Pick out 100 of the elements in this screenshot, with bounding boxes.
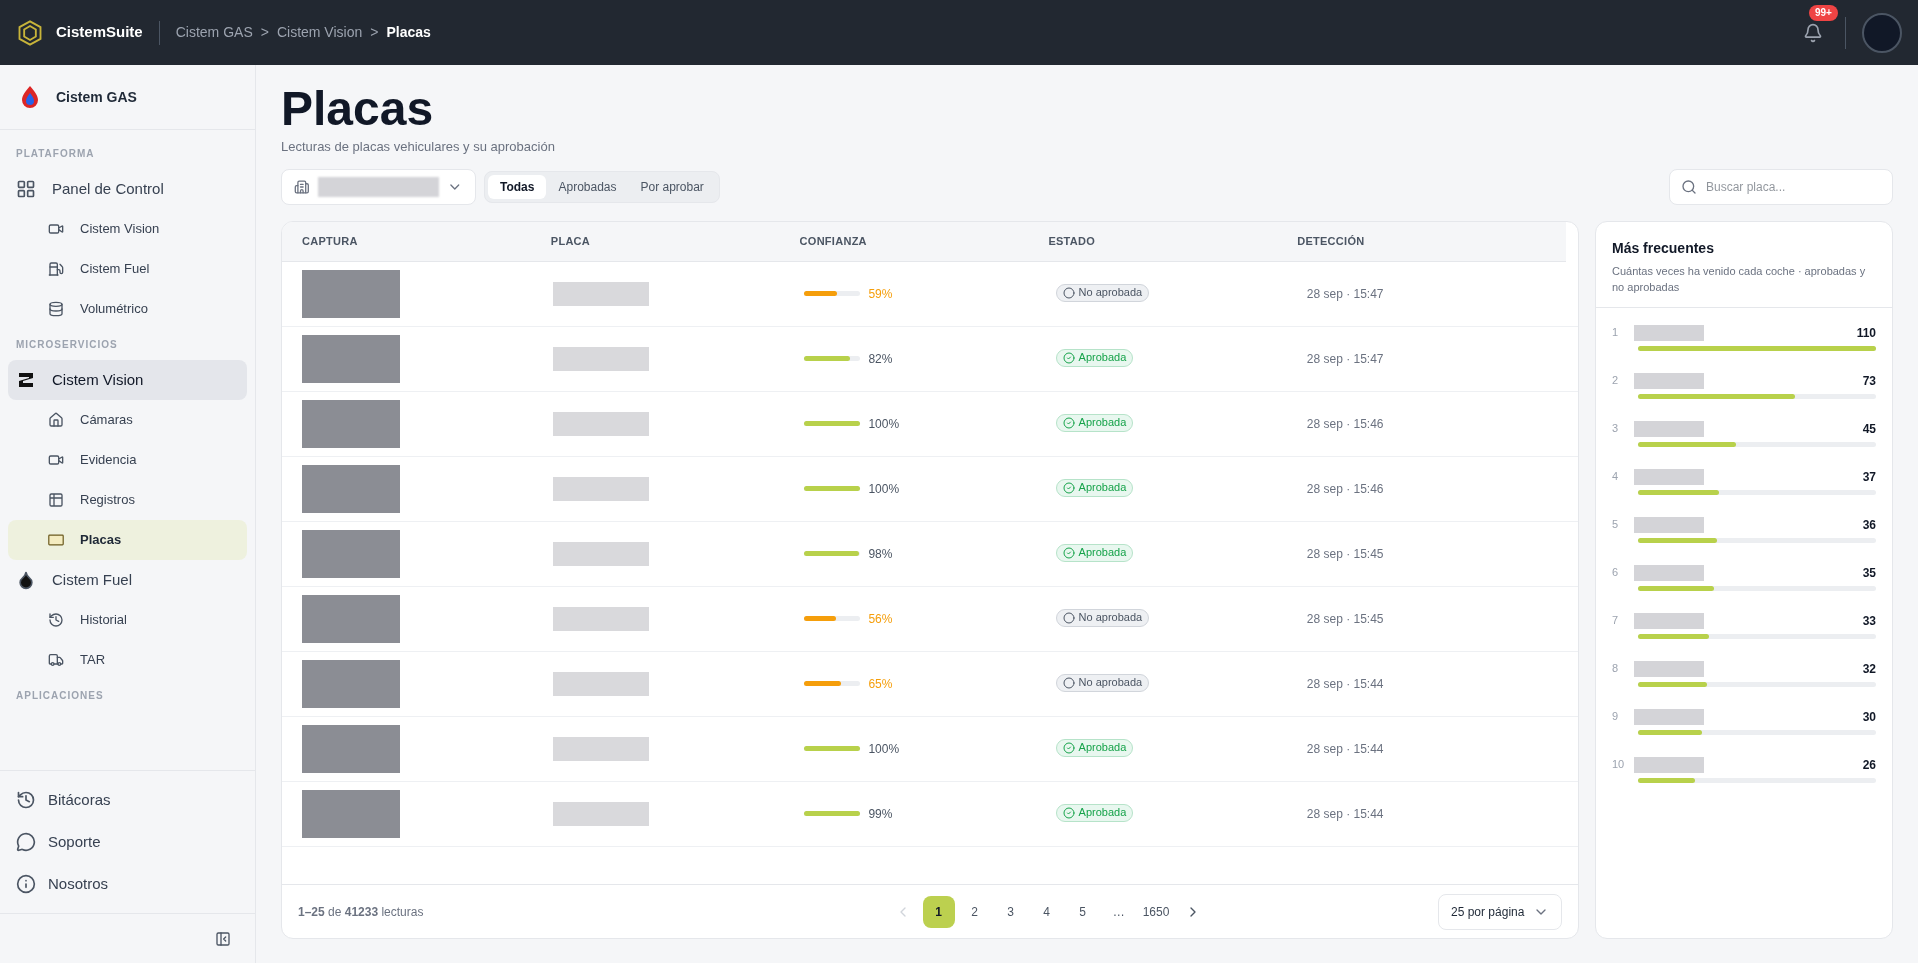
rank-number: 9 xyxy=(1612,709,1620,725)
nav-subitem[interactable]: Cámaras xyxy=(8,400,247,440)
confidence-reading: 100% xyxy=(868,740,900,758)
status-badge: Aprobada xyxy=(1055,478,1134,497)
page-title: Placas xyxy=(281,85,435,133)
site-dropdown[interactable] xyxy=(281,168,476,205)
detection-time: 28 sep · 15:44 xyxy=(1306,675,1385,693)
detection-time: 28 sep · 15:44 xyxy=(1306,740,1385,758)
nav-item[interactable]: Bitácoras xyxy=(8,779,247,821)
page-button[interactable]: 1 xyxy=(922,895,955,928)
detection-time: 28 sep · 15:46 xyxy=(1306,415,1385,433)
database-icon xyxy=(48,301,64,317)
breadcrumb-separator: > xyxy=(370,23,379,42)
grid-icon xyxy=(16,179,36,199)
truck-icon xyxy=(48,652,64,668)
filter-tab[interactable]: Aprobadas xyxy=(546,174,629,199)
number-plate-icon xyxy=(48,532,64,548)
page-button[interactable]: 2 xyxy=(958,895,991,928)
panel-collapse-icon xyxy=(215,930,231,947)
nav-subitem[interactable]: Cistem Fuel xyxy=(8,249,247,289)
blurred-block xyxy=(1634,660,1704,677)
section-heading: PLATAFORMA xyxy=(15,147,96,161)
visit-count: 37 xyxy=(1862,468,1876,486)
visit-count: 26 xyxy=(1862,756,1876,774)
page-button[interactable]: 4 xyxy=(1030,895,1063,928)
visit-count: 30 xyxy=(1862,708,1876,726)
page-button[interactable]: 1650 xyxy=(1138,895,1174,928)
rank-number: 7 xyxy=(1612,613,1620,629)
confidence-reading: 82% xyxy=(868,350,893,368)
filter-tab[interactable]: Todas xyxy=(488,174,547,199)
rank-number: 2 xyxy=(1612,373,1620,389)
organization-name: Cistem GAS xyxy=(56,87,137,107)
results-summary: 1–25 de 41233 lecturas xyxy=(298,903,425,921)
breadcrumb-link[interactable]: Placas xyxy=(386,22,431,43)
blurred-block xyxy=(1634,516,1704,533)
confidence-reading: 56% xyxy=(868,610,893,628)
status-badge: Aprobada xyxy=(1055,348,1134,367)
nav-subitem[interactable]: Evidencia xyxy=(8,440,247,480)
detection-time: 28 sep · 15:45 xyxy=(1306,545,1385,563)
nav-subitem[interactable]: Registros xyxy=(8,480,247,520)
status-badge: No aprobada xyxy=(1055,283,1150,302)
logo-icon xyxy=(16,370,36,390)
fuel-pump-icon xyxy=(48,261,64,277)
search-field[interactable]: Buscar placa... xyxy=(1669,168,1893,205)
breadcrumb-link[interactable]: Cistem Vision xyxy=(276,22,363,43)
status-badge: No aprobada xyxy=(1055,673,1150,692)
confidence-reading: 65% xyxy=(868,675,893,693)
nav-item[interactable]: Cistem Fuel xyxy=(8,560,247,600)
building-icon xyxy=(294,178,310,195)
nav-subitem[interactable]: Volumétrico xyxy=(8,289,247,329)
nav-item[interactable]: Soporte xyxy=(8,821,247,863)
detection-time: 28 sep · 15:44 xyxy=(1306,805,1385,823)
video-camera-icon xyxy=(48,452,64,468)
column-header: PLACA xyxy=(550,233,592,249)
detection-time: 28 sep · 15:46 xyxy=(1306,480,1385,498)
page-size-dropdown[interactable]: 25 por página xyxy=(1438,893,1562,930)
notification-count: 99+ xyxy=(1809,4,1838,21)
rank-number: 10 xyxy=(1612,757,1626,773)
filter-tab[interactable]: Por aprobar xyxy=(628,174,716,199)
blurred-block xyxy=(1634,420,1704,437)
nav-item[interactable]: Cistem Vision xyxy=(8,360,247,400)
rank-number: 3 xyxy=(1612,421,1620,437)
page-button[interactable]: 5 xyxy=(1066,895,1099,928)
column-header: ESTADO xyxy=(1048,233,1097,249)
page-button[interactable]: … xyxy=(1102,895,1135,928)
blurred-block xyxy=(1634,468,1704,485)
page-subtitle: Lecturas de placas vehiculares y su aprobación xyxy=(281,138,556,156)
nav-subitem[interactable]: TAR xyxy=(8,640,247,680)
nav-item[interactable]: Panel de Control xyxy=(8,169,247,209)
nav-subitem[interactable]: Historial xyxy=(8,600,247,640)
brand-name: CistemSuite xyxy=(56,22,143,43)
blurred-block xyxy=(1634,756,1704,773)
detection-time: 28 sep · 15:47 xyxy=(1306,285,1385,303)
card-title: Más frecuentes xyxy=(1612,238,1715,258)
nav-item[interactable]: Nosotros xyxy=(8,863,247,905)
page-button[interactable]: 3 xyxy=(994,895,1027,928)
status-badge: Aprobada xyxy=(1055,413,1134,432)
detection-time: 28 sep · 15:47 xyxy=(1306,350,1385,368)
nav-subitem[interactable]: Cistem Vision xyxy=(8,209,247,249)
status-badge: Aprobada xyxy=(1055,738,1134,757)
video-camera-icon xyxy=(48,221,64,237)
section-heading: APLICACIONES xyxy=(15,689,105,703)
bell-icon xyxy=(1803,22,1823,43)
card-subtitle: Cuántas veces ha venido cada coche · aprobadas y no aprobadas xyxy=(1612,263,1867,295)
nav-subitem[interactable]: Placas xyxy=(8,520,247,560)
column-header: CAPTURA xyxy=(302,233,359,249)
blurred-block xyxy=(1634,708,1704,725)
breadcrumb-link[interactable]: Cistem GAS xyxy=(175,22,253,43)
blurred-block xyxy=(1634,564,1704,581)
visit-count: 73 xyxy=(1862,372,1876,390)
confidence-reading: 59% xyxy=(868,285,893,303)
status-badge: No aprobada xyxy=(1055,608,1150,627)
rank-number: 5 xyxy=(1612,517,1620,533)
history-icon xyxy=(48,612,64,628)
visit-count: 45 xyxy=(1862,420,1876,438)
rank-number: 8 xyxy=(1612,661,1620,677)
house-icon xyxy=(48,412,64,428)
section-heading: MICROSERVICIOS xyxy=(15,338,119,352)
user-avatar[interactable] xyxy=(1862,12,1902,53)
chat-bubble-icon xyxy=(16,832,36,852)
